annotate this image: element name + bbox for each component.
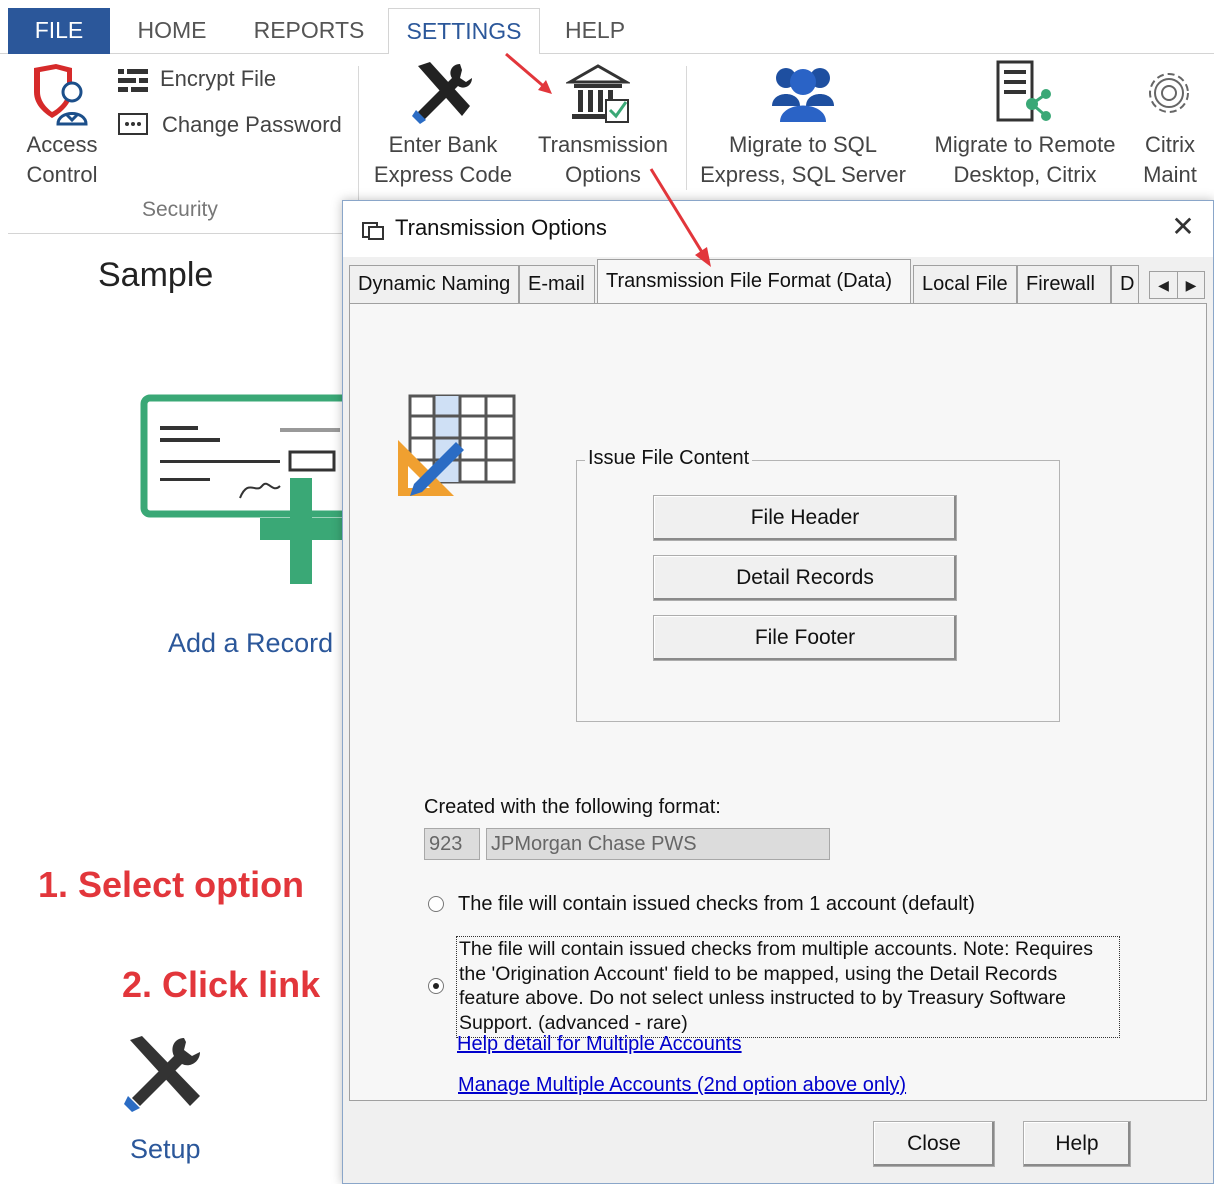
- server-share-icon[interactable]: [992, 60, 1052, 126]
- created-format-label: Created with the following format:: [424, 796, 721, 818]
- single-account-radio[interactable]: [428, 896, 444, 912]
- check-add-icon[interactable]: [140, 394, 342, 586]
- format-code-field: 923: [424, 828, 480, 860]
- setup-link[interactable]: Setup: [130, 1134, 201, 1165]
- tab-file[interactable]: FILE: [8, 8, 110, 54]
- ribbon-tab-bar: FILE HOME REPORTS SETTINGS HELP: [0, 0, 1214, 55]
- annotation-arrow: [649, 168, 711, 267]
- dialog-tab-strip: Dynamic Naming E-mail Transmission File …: [343, 259, 1213, 305]
- help-button[interactable]: Help: [1023, 1121, 1131, 1167]
- security-group-label: Security: [142, 198, 218, 221]
- encrypt-icon: [118, 68, 148, 94]
- close-button[interactable]: Close: [873, 1121, 995, 1167]
- page-title: Sample: [98, 256, 214, 294]
- tab-panel: Issue File Content File Header Detail Re…: [349, 303, 1207, 1101]
- dialog-title: Transmission Options: [395, 215, 607, 240]
- window-icon: [362, 222, 384, 240]
- gear-icon[interactable]: [1138, 62, 1200, 124]
- add-record-link[interactable]: Add a Record: [168, 628, 333, 659]
- help-multiple-accounts-link[interactable]: Help detail for Multiple Accounts: [457, 1033, 742, 1056]
- issue-file-content-group: Issue File Content File Header Detail Re…: [576, 447, 1060, 722]
- citrix-maint-button[interactable]: Citrix Maint: [1128, 130, 1212, 190]
- tab-overflow[interactable]: D: [1111, 265, 1139, 303]
- annotation-arrow: [505, 52, 552, 94]
- format-name-field: JPMorgan Chase PWS: [486, 828, 830, 860]
- group-label: Issue File Content: [585, 447, 753, 470]
- tools-icon[interactable]: [408, 60, 480, 124]
- tab-scroller: ◀ ▶: [1149, 271, 1205, 299]
- tab-local-file[interactable]: Local File: [913, 265, 1017, 303]
- dialog-titlebar: Transmission Options ✕: [343, 201, 1213, 257]
- shield-user-icon: [34, 64, 88, 126]
- enter-bank-express-code-button[interactable]: Enter Bank Express Code: [368, 130, 518, 190]
- access-control-label: Access Control: [26, 132, 98, 187]
- tab-firewall[interactable]: Firewall: [1017, 265, 1111, 303]
- tab-home[interactable]: HOME: [122, 8, 222, 54]
- tab-scroll-left-icon[interactable]: ◀: [1150, 272, 1178, 298]
- single-account-label: The file will contain issued checks from…: [458, 893, 975, 915]
- users-group-icon[interactable]: [770, 60, 836, 126]
- tab-dynamic-naming[interactable]: Dynamic Naming: [349, 265, 519, 303]
- migrate-sql-button[interactable]: Migrate to SQL Express, SQL Server: [698, 130, 908, 190]
- file-footer-button[interactable]: File Footer: [653, 615, 957, 661]
- setup-tools-icon[interactable]: [124, 1034, 206, 1114]
- change-password-button[interactable]: Change Password: [162, 110, 342, 140]
- tab-help[interactable]: HELP: [552, 8, 638, 54]
- multiple-accounts-radio[interactable]: [428, 978, 444, 994]
- bank-check-icon[interactable]: [564, 62, 632, 126]
- step-1-annotation: 1. Select option: [38, 864, 305, 905]
- manage-multiple-accounts-link[interactable]: Manage Multiple Accounts (2nd option abo…: [458, 1074, 906, 1097]
- password-icon: [118, 112, 148, 136]
- multiple-accounts-label: The file will contain issued checks from…: [456, 936, 1120, 1038]
- tab-reports[interactable]: REPORTS: [248, 8, 370, 54]
- tab-scroll-right-icon[interactable]: ▶: [1178, 272, 1204, 298]
- step-2-annotation: 2. Click link: [122, 964, 321, 1005]
- transmission-options-dialog: Transmission Options ✕ Dynamic Naming E-…: [342, 168, 1214, 1184]
- access-control-button[interactable]: [26, 62, 96, 128]
- table-pencil-icon: [398, 394, 516, 496]
- encrypt-file-button[interactable]: Encrypt File: [160, 64, 276, 94]
- file-header-button[interactable]: File Header: [653, 495, 957, 541]
- migrate-remote-button[interactable]: Migrate to Remote Desktop, Citrix: [920, 130, 1130, 190]
- close-icon[interactable]: ✕: [1165, 209, 1201, 245]
- tab-email[interactable]: E-mail: [519, 265, 595, 303]
- detail-records-button[interactable]: Detail Records: [653, 555, 957, 601]
